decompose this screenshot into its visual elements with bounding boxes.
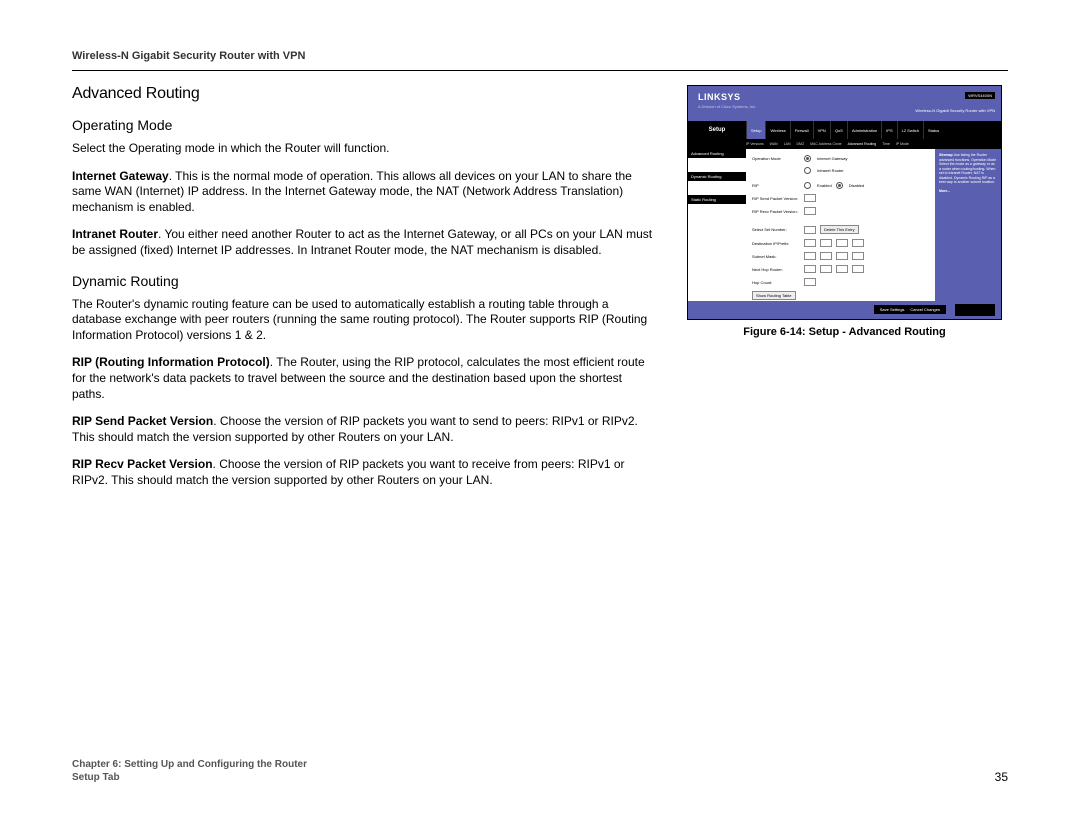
figure-tab: Setup	[746, 121, 765, 139]
figure-help-more: More...	[939, 189, 950, 193]
figure-help-title: Sitemap	[939, 153, 953, 157]
figure-side-label: Setup	[688, 121, 746, 139]
term-intranet-router: Intranet Router	[72, 227, 158, 241]
linksys-logo: LINKSYS	[698, 92, 741, 102]
figure-row-label: Destination IP/Prefix:	[752, 241, 800, 246]
term-rip-recv: RIP Recv Packet Version	[72, 457, 213, 471]
body-paragraph: Intranet Router. You either need another…	[72, 227, 657, 258]
radio-icon	[804, 167, 811, 174]
figure-input	[804, 278, 816, 286]
document-header-title: Wireless-N Gigabit Security Router with …	[72, 50, 1008, 62]
figure-dropdown	[804, 226, 816, 234]
linksys-logo-sub: A Division of Cisco Systems, Inc.	[698, 104, 756, 109]
figure-tab: Status	[923, 121, 943, 139]
figure-button: Show Routing Table	[752, 291, 796, 300]
figure-model-badge: WRVS4400N	[965, 92, 995, 99]
term-rip-send: RIP Send Packet Version	[72, 414, 213, 428]
figure-nav-item: Advanced Routing	[688, 149, 746, 158]
section-title: Advanced Routing	[72, 85, 657, 103]
footer-chapter: Chapter 6: Setting Up and Configuring th…	[72, 758, 307, 771]
figure-tab: Firewall	[790, 121, 813, 139]
subsection-dynamic-routing: Dynamic Routing	[72, 273, 657, 289]
body-text: . You either need another Router to act …	[72, 227, 652, 257]
figure-row-label: Next Hop Router:	[752, 267, 800, 272]
figure-input	[852, 265, 864, 273]
radio-icon	[836, 182, 843, 189]
figure-footer-button: Save Settings	[880, 307, 905, 312]
figure-row-label: Subnet Mask:	[752, 254, 800, 259]
figure-tab: QoS	[830, 121, 847, 139]
figure-option: Intranet Router	[817, 168, 844, 173]
figure-button: Delete This Entry	[820, 225, 859, 234]
figure-input	[820, 239, 832, 247]
figure-tab: Wireless	[765, 121, 789, 139]
figure-footer-button: Cancel Changes	[910, 307, 940, 312]
figure-input	[836, 252, 848, 260]
figure-row-label: RIP Recv Packet Version:	[752, 209, 800, 214]
figure-nav-item: Dynamic Routing	[688, 172, 746, 181]
body-paragraph: RIP (Routing Information Protocol). The …	[72, 355, 657, 402]
body-paragraph: Internet Gateway. This is the normal mod…	[72, 169, 657, 216]
figure-option: Enabled	[817, 183, 832, 188]
figure-help-text: Use listing the Router advanced function…	[939, 153, 996, 184]
figure-input	[852, 239, 864, 247]
figure-subtab: Time	[882, 142, 890, 146]
figure-row-label: RIP	[752, 183, 800, 188]
radio-icon	[804, 155, 811, 162]
figure-subtab: WAN	[770, 142, 778, 146]
figure-tab: IPS	[881, 121, 896, 139]
radio-icon	[804, 182, 811, 189]
figure-input	[836, 265, 848, 273]
term-rip: RIP (Routing Information Protocol)	[72, 355, 270, 369]
figure-subtab: MAC Address Clone	[810, 142, 842, 146]
body-paragraph: RIP Send Packet Version. Choose the vers…	[72, 414, 657, 445]
figure-row-label: Select Set Number:	[752, 227, 800, 232]
footer-tab: Setup Tab	[72, 771, 307, 784]
figure-tab: VPN	[813, 121, 830, 139]
figure-input	[804, 239, 816, 247]
figure-subtab: DMZ	[797, 142, 805, 146]
subsection-operating-mode: Operating Mode	[72, 117, 657, 133]
body-paragraph: Select the Operating mode in which the R…	[72, 141, 657, 157]
figure-input	[804, 252, 816, 260]
figure-dropdown	[804, 194, 816, 202]
figure-subtab: Advanced Routing	[848, 142, 877, 146]
figure-option: Internet Gateway	[817, 156, 847, 161]
page-number: 35	[995, 770, 1008, 784]
body-paragraph: The Router's dynamic routing feature can…	[72, 297, 657, 344]
figure-subtab: IP Versions	[746, 142, 764, 146]
figure-tab: Administration	[847, 121, 881, 139]
figure-input	[804, 265, 816, 273]
figure-input	[820, 252, 832, 260]
figure-dropdown	[804, 207, 816, 215]
term-internet-gateway: Internet Gateway	[72, 169, 169, 183]
figure-tab: L2 Switch	[897, 121, 923, 139]
figure-row-label: RIP Send Packet Version:	[752, 196, 800, 201]
figure-row-label: Hop Count:	[752, 280, 800, 285]
figure-input	[820, 265, 832, 273]
figure-subtab: IP Mode	[896, 142, 909, 146]
figure-option: Disabled	[849, 183, 865, 188]
figure-input	[836, 239, 848, 247]
figure-input	[852, 252, 864, 260]
figure-subtab: LAN	[784, 142, 791, 146]
figure-screenshot: LINKSYS A Division of Cisco Systems, Inc…	[687, 85, 1002, 320]
header-divider	[72, 70, 1008, 71]
body-paragraph: RIP Recv Packet Version. Choose the vers…	[72, 457, 657, 488]
figure-row-label: Operation Mode	[752, 156, 800, 161]
cisco-logo-icon	[955, 304, 995, 316]
figure-nav-item: Static Routing	[688, 195, 746, 204]
figure-header-product: Wireless-N Gigabit Security Router with …	[915, 108, 995, 113]
figure-caption: Figure 6-14: Setup - Advanced Routing	[687, 326, 1002, 338]
